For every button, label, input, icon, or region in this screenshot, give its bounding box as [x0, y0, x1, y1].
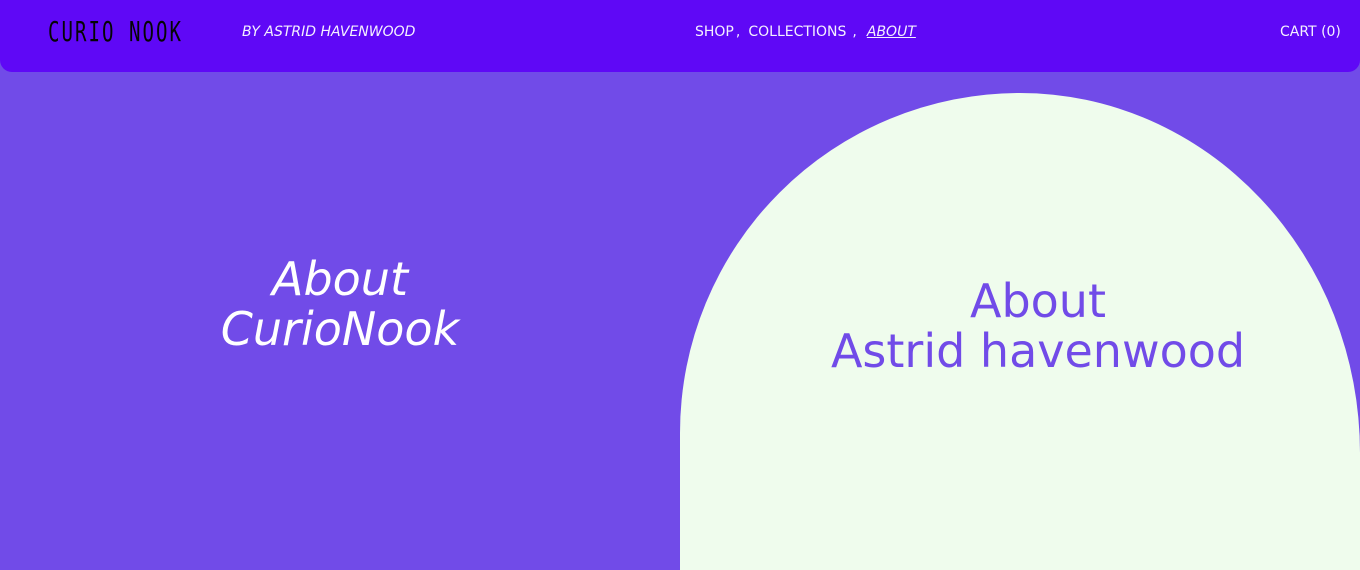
about-author-heading-line2: Astrid havenwood: [830, 324, 1246, 378]
about-store-heading: About CurioNook: [120, 254, 560, 354]
about-author-heading: About Astrid havenwood: [718, 276, 1358, 376]
main-nav: SHOP , COLLECTIONS , ABOUT: [695, 23, 916, 41]
cart-link[interactable]: CART (0): [1280, 23, 1341, 41]
about-page: CURIO NOOK BY ASTRID HAVENWOOD SHOP , CO…: [0, 0, 1360, 570]
site-header: CURIO NOOK BY ASTRID HAVENWOOD SHOP , CO…: [0, 0, 1360, 72]
nav-separator: ,: [852, 24, 857, 40]
about-store-heading-line2: CurioNook: [220, 302, 460, 356]
nav-separator: ,: [735, 24, 741, 40]
nav-link-about[interactable]: ABOUT: [867, 23, 916, 41]
author-byline: BY ASTRID HAVENWOOD: [242, 24, 416, 40]
nav-link-shop[interactable]: SHOP: [695, 23, 734, 41]
about-author-heading-line1: About: [969, 274, 1106, 328]
site-logo[interactable]: CURIO NOOK: [48, 13, 183, 51]
nav-link-collections[interactable]: COLLECTIONS: [748, 23, 846, 41]
about-store-heading-line1: About: [271, 252, 408, 306]
